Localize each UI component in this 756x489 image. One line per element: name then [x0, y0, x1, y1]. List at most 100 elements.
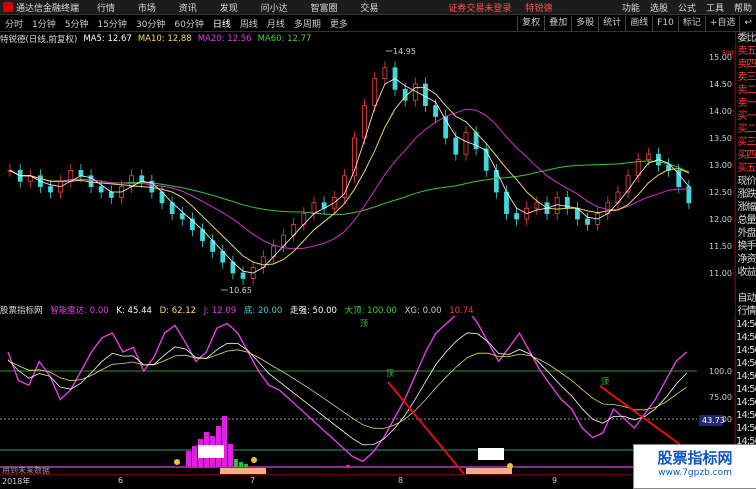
- period-toolbar: 分时 1分钟 5分钟 15分钟 30分钟 60分钟 日线 周线 月线 多周期 更…: [0, 16, 756, 32]
- side-panel-label: 14:56: [736, 397, 756, 408]
- menu-trade[interactable]: 交易: [360, 4, 378, 14]
- adjust-button[interactable]: 复权: [517, 16, 544, 31]
- candle-body: [534, 202, 540, 209]
- side-panel-label: 买二: [737, 124, 756, 135]
- ma10-line: [9, 87, 690, 266]
- candle-body: [453, 137, 459, 155]
- candle-body: [585, 218, 590, 225]
- radar-histogram: [186, 416, 233, 467]
- side-panel-label: 14:56: [736, 319, 756, 330]
- price-tick-label: 12.00: [709, 215, 732, 224]
- add-watchlist-button[interactable]: +自选: [704, 16, 740, 31]
- price-tick-label: 13.50: [709, 134, 732, 143]
- period-more[interactable]: 更多: [329, 17, 349, 30]
- watermark-url: www.7gpzb.com: [658, 468, 732, 478]
- side-panel-label: 总量: [737, 215, 756, 226]
- side-panel-label: 买四: [737, 150, 756, 161]
- candlestick-chart[interactable]: 14.95 10.65 15.0014.5014.0013.5013.0012.…: [0, 45, 735, 303]
- period-1min[interactable]: 1分钟: [31, 17, 57, 30]
- menu-quotes[interactable]: 行情: [97, 4, 115, 14]
- x-label-7: 7: [250, 476, 256, 485]
- side-panel-label: 14:56: [736, 423, 756, 434]
- coin-icon: [174, 459, 180, 465]
- back-icon[interactable]: ↩: [739, 16, 756, 31]
- side-panel-label: 买五: [737, 163, 756, 174]
- x-label-year: 2018年: [2, 477, 31, 486]
- ind-tick-100: 100.0: [709, 367, 732, 376]
- k-line: [7, 332, 687, 446]
- v-value: 10.74: [449, 306, 474, 316]
- period-15min[interactable]: 15分钟: [96, 17, 127, 30]
- price-tick-label: 12.50: [709, 188, 732, 197]
- site-watermark: 股票指标网 www.7gpzb.com: [633, 444, 756, 489]
- period-weekly[interactable]: 周线: [239, 17, 259, 30]
- high-label: 14.95: [393, 47, 416, 56]
- top-mark-3: 顶: [601, 377, 609, 386]
- top-mark-1: 顶: [360, 319, 368, 328]
- menu-discover[interactable]: 发现: [220, 4, 238, 14]
- candle-body: [463, 132, 469, 155]
- x-label-8: 8: [398, 476, 404, 485]
- candle-body: [504, 191, 509, 215]
- side-panel-label: 外盘: [737, 228, 756, 239]
- trend-line-1: [387, 381, 466, 474]
- low-annotation: 10.65: [221, 286, 252, 295]
- period-multi[interactable]: 多周期: [293, 17, 322, 30]
- multi-stock-button[interactable]: 多股: [571, 16, 598, 31]
- side-panel-label: [736, 279, 756, 292]
- candle-body: [129, 175, 134, 188]
- menu-news[interactable]: 资讯: [179, 4, 197, 14]
- d-value: D: 62.12: [159, 306, 197, 316]
- side-panel-label: 净资: [737, 254, 756, 265]
- candle-body: [433, 105, 438, 117]
- period-tick[interactable]: 分时: [4, 17, 24, 30]
- menu-function[interactable]: 功能: [622, 1, 640, 14]
- signal-box-white-2: [478, 448, 504, 460]
- j-value: J: 12.09: [203, 306, 237, 316]
- period-30min[interactable]: 30分钟: [135, 17, 166, 30]
- menu-formula[interactable]: 公式: [678, 1, 696, 14]
- candle-body: [372, 78, 378, 106]
- period-daily[interactable]: 日线: [212, 17, 232, 30]
- titlebar-right: 功能 选股 公式 工具 帮助: [612, 1, 752, 14]
- candle-body: [98, 186, 104, 193]
- candle-body: [483, 148, 489, 171]
- indicator-name[interactable]: 股票指标网: [0, 306, 43, 316]
- xg-value: XG: 0.00: [404, 306, 442, 316]
- k-value: K: 45.44: [116, 306, 152, 316]
- app-name: 通达信金融终端: [16, 3, 80, 14]
- dd-value: 大顶: 100.00: [344, 306, 397, 316]
- period-monthly[interactable]: 月线: [266, 17, 286, 30]
- candle-body: [139, 175, 145, 182]
- draw-line-button[interactable]: 画线: [625, 16, 652, 31]
- f10-button[interactable]: F10: [652, 16, 678, 31]
- menu-ask[interactable]: 问小达: [261, 4, 288, 14]
- stock-name-title: 特锐德: [525, 3, 553, 14]
- title-bar: 通达信金融终端 行情 市场 资讯 发现 问小达 智富圈 交易 证券交易未登录 特…: [0, 0, 756, 15]
- side-panel-label: 14:56: [736, 358, 756, 369]
- period-5min[interactable]: 5分钟: [64, 17, 90, 30]
- login-notice[interactable]: 证券交易未登录: [448, 1, 511, 14]
- period-60min[interactable]: 60分钟: [173, 17, 204, 30]
- price-top-label: 500: [722, 50, 734, 57]
- watermark-title: 股票指标网: [657, 449, 733, 467]
- overlay-button[interactable]: 叠加: [544, 16, 571, 31]
- side-panel-label: 换手: [737, 241, 756, 252]
- mark-button[interactable]: 标记: [677, 16, 705, 31]
- zq-value: 走强: 50.00: [289, 306, 337, 316]
- main-menu: 行情 市场 资讯 发现 问小达 智富圈 交易: [97, 1, 398, 14]
- side-panel-label: 卖三: [737, 72, 756, 83]
- stats-button[interactable]: 统计: [598, 16, 625, 31]
- indicator-info-bar: 股票指标网 智能雷达: 0.00 K: 45.44 D: 62.12 J: 12…: [0, 304, 479, 316]
- di-value: 底: 20.00: [243, 306, 283, 316]
- green-histogram: [234, 459, 248, 467]
- menu-wealth[interactable]: 智富圈: [310, 4, 337, 14]
- ma20-value: MA20: 12.56: [197, 34, 252, 44]
- menu-select-stock[interactable]: 选股: [650, 1, 668, 14]
- menu-help[interactable]: 帮助: [734, 1, 752, 14]
- candles-group: [7, 61, 692, 285]
- menu-market[interactable]: 市场: [138, 4, 156, 14]
- low-label: 10.65: [229, 286, 252, 295]
- indicator-chart[interactable]: 顶 顶 顶 100.0 75.00 50.00 43.73: [0, 316, 735, 474]
- menu-tools[interactable]: 工具: [706, 1, 724, 14]
